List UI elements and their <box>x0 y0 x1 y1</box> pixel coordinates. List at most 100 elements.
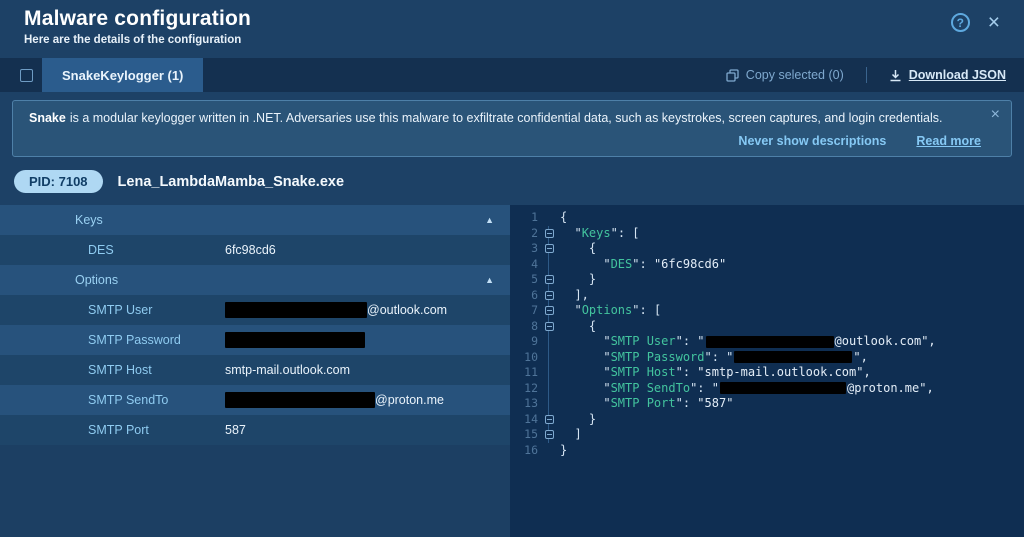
collapse-caret-icon[interactable]: ▲ <box>485 215 494 225</box>
json-key: SMTP User <box>611 334 676 348</box>
fold-guide-line <box>548 365 549 381</box>
redacted-value <box>225 332 365 348</box>
fold-gutter <box>538 381 560 397</box>
table-row: SMTP Host smtp-mail.outlook.com <box>0 355 510 385</box>
section-header-keys[interactable]: Keys ▲ <box>0 205 510 235</box>
json-string: @outlook.com", <box>835 334 936 348</box>
never-show-descriptions-link[interactable]: Never show descriptions <box>738 134 886 148</box>
line-number: 2 <box>510 226 538 242</box>
code-text: { <box>560 210 567 226</box>
select-all-checkbox[interactable] <box>20 69 33 82</box>
read-more-link[interactable]: Read more <box>916 134 981 148</box>
page-subtitle: Here are the details of the configuratio… <box>24 34 251 46</box>
fold-gutter <box>538 427 560 443</box>
fold-gutter <box>538 226 560 242</box>
line-number: 3 <box>510 241 538 257</box>
code-text: } <box>560 272 596 288</box>
line-number: 1 <box>510 210 538 226</box>
json-punct: " <box>560 381 611 395</box>
code-text: "Keys": [ <box>560 226 640 242</box>
header-icons: ? × <box>951 7 1000 58</box>
fold-gutter <box>538 412 560 428</box>
fold-marker-icon[interactable] <box>545 244 554 253</box>
tab-bar-actions: Copy selected (0) Download JSON <box>726 67 1006 83</box>
json-key: SMTP Port <box>611 396 676 410</box>
redacted-value <box>225 302 367 318</box>
code-line: 2 "Keys": [ <box>510 226 1024 242</box>
json-key: SMTP Password <box>611 350 705 364</box>
fold-gutter <box>538 210 560 226</box>
fold-marker-icon[interactable] <box>545 229 554 238</box>
table-row: SMTP User @outlook.com <box>0 295 510 325</box>
json-key: Options <box>582 303 633 317</box>
line-number: 15 <box>510 427 538 443</box>
code-line: 12 "SMTP SendTo": "@proton.me", <box>510 381 1024 397</box>
json-key: SMTP Host <box>611 365 676 379</box>
malware-configuration-modal: Malware configuration Here are the detai… <box>0 0 1024 537</box>
table-row: SMTP Port 587 <box>0 415 510 445</box>
fold-marker-icon[interactable] <box>545 306 554 315</box>
line-number: 12 <box>510 381 538 397</box>
code-line: 8 { <box>510 319 1024 335</box>
fold-gutter <box>538 350 560 366</box>
json-viewer: 1{2 "Keys": [3 {4 "DES": "6fc98cd6"5 }6 … <box>510 205 1024 537</box>
line-number: 16 <box>510 443 538 459</box>
json-punct: " <box>560 257 611 271</box>
json-punct: { <box>560 319 596 333</box>
line-number: 9 <box>510 334 538 350</box>
code-text: "SMTP SendTo": "@proton.me", <box>560 381 934 397</box>
header-titles: Malware configuration Here are the detai… <box>24 7 251 58</box>
redacted-value <box>734 351 852 363</box>
page-title: Malware configuration <box>24 7 251 31</box>
code-text: } <box>560 443 567 459</box>
code-text: ] <box>560 427 582 443</box>
json-key: Keys <box>582 226 611 240</box>
table-row: SMTP SendTo @proton.me <box>0 385 510 415</box>
json-string: "587" <box>697 396 733 410</box>
toolbar-divider <box>866 67 867 83</box>
modal-header: Malware configuration Here are the detai… <box>0 0 1024 58</box>
tab-snakekeylogger[interactable]: SnakeKeylogger (1) <box>42 58 203 92</box>
fold-gutter <box>538 443 560 459</box>
line-number: 14 <box>510 412 538 428</box>
code-text: ], <box>560 288 589 304</box>
code-text: { <box>560 319 596 335</box>
redacted-value <box>706 336 834 348</box>
fold-marker-icon[interactable] <box>545 291 554 300</box>
fold-marker-icon[interactable] <box>545 275 554 284</box>
line-number: 5 <box>510 272 538 288</box>
line-number: 7 <box>510 303 538 319</box>
json-key: SMTP SendTo <box>611 381 690 395</box>
close-icon[interactable]: × <box>988 13 1000 32</box>
code-line: 16} <box>510 443 1024 459</box>
json-punct: ": " <box>705 350 734 364</box>
fold-marker-icon[interactable] <box>545 322 554 331</box>
banner-links: Never show descriptions Read more <box>29 134 981 148</box>
code-line: 1{ <box>510 210 1024 226</box>
json-punct: " <box>560 334 611 348</box>
json-punct: " <box>560 350 611 364</box>
code-line: 3 { <box>510 241 1024 257</box>
code-line: 9 "SMTP User": "@outlook.com", <box>510 334 1024 350</box>
copy-selected-button[interactable]: Copy selected (0) <box>726 68 844 82</box>
help-icon[interactable]: ? <box>951 13 970 32</box>
code-text: { <box>560 241 596 257</box>
fold-marker-icon[interactable] <box>545 415 554 424</box>
download-json-button[interactable]: Download JSON <box>889 68 1006 82</box>
json-punct: } <box>560 412 596 426</box>
json-punct: " <box>560 303 582 317</box>
json-punct: ": <box>676 396 698 410</box>
json-punct: ": " <box>690 381 719 395</box>
json-punct: " <box>560 365 611 379</box>
fold-gutter <box>538 288 560 304</box>
banner-close-icon[interactable]: × <box>991 108 1000 122</box>
code-line: 13 "SMTP Port": "587" <box>510 396 1024 412</box>
collapse-caret-icon[interactable]: ▲ <box>485 275 494 285</box>
code-text: "SMTP Password": "", <box>560 350 868 366</box>
fold-marker-icon[interactable] <box>545 430 554 439</box>
code-line: 11 "SMTP Host": "smtp-mail.outlook.com", <box>510 365 1024 381</box>
redacted-value <box>720 382 846 394</box>
table-row: DES 6fc98cd6 <box>0 235 510 265</box>
section-header-options[interactable]: Options ▲ <box>0 265 510 295</box>
fold-gutter <box>538 272 560 288</box>
